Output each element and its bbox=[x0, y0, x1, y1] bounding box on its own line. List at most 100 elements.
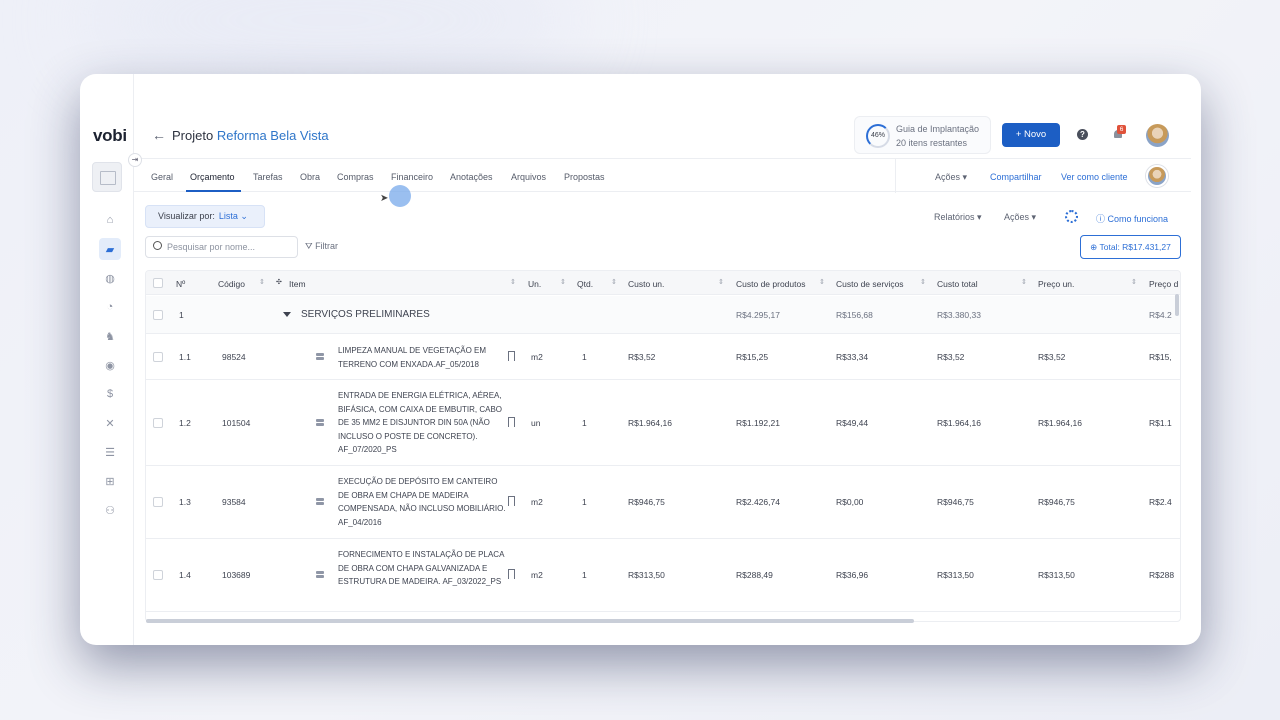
bookmark-icon[interactable] bbox=[508, 496, 515, 506]
col-price-d[interactable]: Preço d bbox=[1149, 279, 1178, 289]
row-description[interactable]: LIMPEZA MANUAL DE VEGETAÇÃO EM TERRENO C… bbox=[338, 344, 508, 371]
actions-dropdown-label: Ações bbox=[1004, 212, 1030, 222]
tab-financeiro[interactable]: Financeiro bbox=[391, 172, 433, 182]
reports-menu[interactable]: Relatórios ▾ bbox=[934, 212, 982, 223]
row-products-cost: R$2.426,74 bbox=[736, 497, 780, 507]
worker-icon[interactable]: ♞ bbox=[99, 325, 121, 347]
row-unit-price: R$313,50 bbox=[1038, 570, 1075, 580]
caret-down-icon[interactable] bbox=[283, 312, 291, 317]
money-icon[interactable]: ◔ bbox=[99, 296, 121, 318]
row-unit: m2 bbox=[531, 352, 543, 362]
row-price-d: R$1.1 bbox=[1149, 418, 1172, 428]
row-checkbox[interactable] bbox=[153, 352, 163, 362]
row-unit: m2 bbox=[531, 497, 543, 507]
row-price-d: R$288 bbox=[1149, 570, 1175, 580]
sort-icon[interactable]: ⇕ bbox=[920, 278, 926, 286]
row-price-d: R$2.4 bbox=[1149, 497, 1172, 507]
row-checkbox[interactable] bbox=[153, 497, 163, 507]
row-description[interactable]: FORNECIMENTO E INSTALAÇÃO DE PLACA DE OB… bbox=[338, 548, 508, 589]
apps-icon[interactable]: ⊞ bbox=[99, 470, 121, 492]
row-checkbox[interactable] bbox=[153, 570, 163, 580]
sort-icon[interactable]: ⇕ bbox=[1021, 278, 1027, 286]
table-row[interactable]: 1.4 103689 FORNECIMENTO E INSTALAÇÃO DE … bbox=[146, 540, 1180, 612]
tab-anotacoes[interactable]: Anotações bbox=[450, 172, 493, 182]
home-icon[interactable]: ⌂ bbox=[99, 209, 121, 231]
row-total-cost: R$946,75 bbox=[937, 497, 974, 507]
expand-all-icon[interactable]: ✣ bbox=[276, 278, 282, 286]
project-name[interactable]: Reforma Bela Vista bbox=[217, 128, 329, 143]
project-thumbnail[interactable] bbox=[92, 162, 122, 192]
tab-propostas[interactable]: Propostas bbox=[564, 172, 605, 182]
horizontal-scrollbar[interactable] bbox=[146, 619, 914, 623]
collapse-sidebar-button[interactable]: ⇥ bbox=[128, 153, 142, 167]
col-num[interactable]: Nº bbox=[176, 279, 185, 289]
row-checkbox[interactable] bbox=[153, 310, 163, 320]
col-services-cost[interactable]: Custo de serviços bbox=[836, 279, 904, 289]
table-row[interactable]: 1.1 98524 LIMPEZA MANUAL DE VEGETAÇÃO EM… bbox=[146, 335, 1180, 380]
col-code[interactable]: Código bbox=[218, 279, 245, 289]
table-row[interactable]: 1.3 93584 EXECUÇÃO DE DEPÓSITO EM CANTEI… bbox=[146, 467, 1180, 539]
handshake-icon[interactable]: ◍ bbox=[99, 267, 121, 289]
share-link[interactable]: Compartilhar bbox=[990, 172, 1042, 182]
col-qty[interactable]: Qtd. bbox=[577, 279, 593, 289]
sort-icon[interactable]: ⇕ bbox=[1131, 278, 1137, 286]
col-total-cost[interactable]: Custo total bbox=[937, 279, 978, 289]
actions-dropdown[interactable]: Ações ▾ bbox=[1004, 212, 1036, 223]
bookmark-icon[interactable] bbox=[508, 351, 515, 361]
user-avatar[interactable] bbox=[1146, 124, 1169, 147]
tab-orcamento[interactable]: Orçamento bbox=[190, 172, 235, 182]
how-it-works-link[interactable]: ⓘ Como funciona bbox=[1096, 212, 1168, 225]
coins-icon[interactable]: ◉ bbox=[99, 354, 121, 376]
tools-icon[interactable]: ✕ bbox=[99, 412, 121, 434]
tab-tarefas[interactable]: Tarefas bbox=[253, 172, 283, 182]
help-icon[interactable]: ? bbox=[1077, 129, 1088, 140]
sidebar: vobi ⌂ ▰ ◍ ◔ ♞ ◉ $ ✕ ☰ ⊞ ⚇ bbox=[80, 74, 134, 645]
group-num: 1 bbox=[179, 310, 184, 320]
implementation-guide[interactable]: 46% Guia de Implantação 20 itens restant… bbox=[854, 116, 991, 154]
view-by-select[interactable]: Visualizar por: Lista ⌄ bbox=[145, 205, 265, 228]
tab-obra[interactable]: Obra bbox=[300, 172, 320, 182]
table-header: Nº Código ⇕ ✣ Item ⇕ Un. ⇕ Qtd. ⇕ Custo … bbox=[146, 271, 1180, 295]
table-group-row[interactable]: 1 SERVIÇOS PRELIMINARES R$4.295,17 R$156… bbox=[146, 296, 1180, 334]
tab-compras[interactable]: Compras bbox=[337, 172, 374, 182]
sort-icon[interactable]: ⇕ bbox=[560, 278, 566, 286]
row-num: 1.4 bbox=[179, 570, 191, 580]
col-item[interactable]: Item bbox=[289, 279, 306, 289]
row-products-cost: R$288,49 bbox=[736, 570, 773, 580]
sort-icon[interactable]: ⇕ bbox=[819, 278, 825, 286]
guide-subtitle: 20 itens restantes bbox=[896, 138, 968, 148]
actions-menu[interactable]: Ações ▾ bbox=[935, 172, 967, 183]
col-products-cost[interactable]: Custo de produtos bbox=[736, 279, 805, 289]
team-icon[interactable]: ⚇ bbox=[99, 499, 121, 521]
bookmark-icon[interactable] bbox=[508, 417, 515, 427]
dollar-icon[interactable]: $ bbox=[99, 383, 121, 405]
shared-user-avatar[interactable] bbox=[1146, 165, 1168, 187]
table-row[interactable]: 1.2 101504 ENTRADA DE ENERGIA ELÉTRICA, … bbox=[146, 381, 1180, 466]
gear-icon[interactable] bbox=[1065, 210, 1078, 223]
col-unit[interactable]: Un. bbox=[528, 279, 541, 289]
folder-icon[interactable]: ▰ bbox=[99, 238, 121, 260]
row-code: 93584 bbox=[222, 497, 246, 507]
bookmark-icon[interactable] bbox=[508, 569, 515, 579]
sort-icon[interactable]: ⇕ bbox=[718, 278, 724, 286]
row-checkbox[interactable] bbox=[153, 418, 163, 428]
select-all-checkbox[interactable] bbox=[153, 278, 163, 288]
sort-icon[interactable]: ⇕ bbox=[510, 278, 516, 286]
row-description[interactable]: EXECUÇÃO DE DEPÓSITO EM CANTEIRO DE OBRA… bbox=[338, 475, 508, 529]
filter-button[interactable]: ⛛ Filtrar bbox=[305, 241, 338, 252]
list-icon[interactable]: ☰ bbox=[99, 441, 121, 463]
tab-arquivos[interactable]: Arquivos bbox=[511, 172, 546, 182]
row-products-cost: R$1.192,21 bbox=[736, 418, 780, 428]
vertical-scrollbar[interactable] bbox=[1175, 294, 1179, 316]
search-input[interactable]: Pesquisar por nome... bbox=[145, 236, 298, 258]
sort-icon[interactable]: ⇕ bbox=[259, 278, 265, 286]
new-button[interactable]: + Novo bbox=[1002, 123, 1060, 147]
total-button[interactable]: ⊕ Total: R$17.431,27 bbox=[1080, 235, 1181, 259]
view-as-client-link[interactable]: Ver como cliente bbox=[1061, 172, 1128, 182]
row-description[interactable]: ENTRADA DE ENERGIA ELÉTRICA, AÉREA, BIFÁ… bbox=[338, 389, 508, 457]
col-unit-cost[interactable]: Custo un. bbox=[628, 279, 664, 289]
col-unit-price[interactable]: Preço un. bbox=[1038, 279, 1074, 289]
sort-icon[interactable]: ⇕ bbox=[611, 278, 617, 286]
arrow-left-icon[interactable]: ← bbox=[152, 127, 166, 143]
tab-geral[interactable]: Geral bbox=[151, 172, 173, 182]
